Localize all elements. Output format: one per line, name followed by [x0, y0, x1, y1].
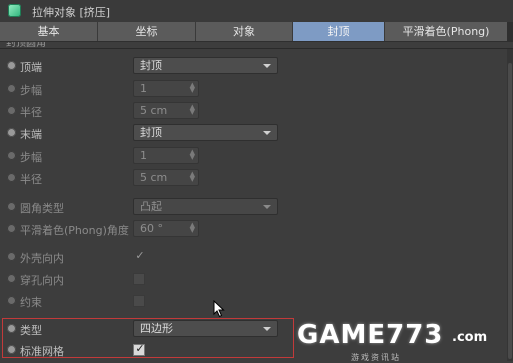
dot-leader: ....... — [70, 202, 128, 203]
phong-angle-value: 60 ° — [140, 222, 163, 235]
end-steps-label: 步幅 — [20, 151, 42, 164]
row-top-radius: 半径 .......... 5 cm ▲▼ — [0, 100, 505, 122]
vertical-scrollbar[interactable] — [507, 49, 513, 361]
constrain-label: 约束 — [20, 296, 42, 309]
hull-inward-label: 外壳向内 — [20, 252, 64, 265]
divider — [0, 48, 513, 49]
top-dropdown[interactable]: 封顶 — [133, 57, 278, 74]
animation-dot-icon[interactable] — [7, 274, 16, 283]
row-constrain: 约束 .......... — [0, 290, 505, 312]
dot-leader: .......... — [46, 296, 128, 297]
fillet-type-dropdown[interactable]: 凸起 — [133, 198, 278, 215]
top-value: 封顶 — [140, 59, 162, 72]
spinner-arrows-icon[interactable]: ▲ ▼ — [190, 104, 195, 116]
chevron-down-icon — [263, 64, 271, 68]
row-phong-angle: 平滑着色(Phong)角度 60 ° ▲ ▼ — [0, 218, 505, 240]
title-bar: 拉伸对象 [挤压] — [0, 0, 513, 22]
tab-caps[interactable]: 封顶 — [293, 22, 385, 41]
watermark-text: GAME773 — [297, 320, 444, 350]
animation-dot-icon[interactable] — [7, 128, 16, 137]
top-radius-value: 5 cm — [140, 104, 168, 117]
watermark: GAME773 .com 游戏资讯站 — [297, 318, 507, 362]
row-end: 末端 .......... 封顶 — [0, 122, 505, 144]
window-title: 拉伸对象 [挤压] — [32, 6, 111, 19]
row-hole-inward: 穿孔向内 ....... — [0, 268, 505, 290]
extrude-object-icon — [8, 4, 21, 17]
top-steps-field[interactable]: 1 ▲ ▼ — [133, 80, 199, 97]
end-radius-label: 半径 — [20, 173, 42, 186]
scrollbar-thumb[interactable] — [508, 63, 512, 359]
mouse-pointer-icon — [213, 300, 225, 318]
phong-angle-field[interactable]: 60 ° ▲ ▼ — [133, 220, 199, 237]
tab-phong[interactable]: 平滑着色(Phong) — [385, 22, 507, 41]
end-steps-field[interactable]: 1 ▲ ▼ — [133, 147, 199, 164]
tab-basic[interactable]: 基本 — [0, 22, 98, 41]
watermark-sub: 游戏资讯站 — [351, 353, 401, 362]
spinner-arrows-icon[interactable]: ▲ ▼ — [190, 82, 195, 94]
animation-dot-icon[interactable] — [7, 173, 16, 182]
dot-leader: ....... — [70, 252, 128, 253]
end-label: 末端 — [20, 128, 42, 141]
end-value: 封顶 — [140, 126, 162, 139]
hole-inward-checkbox[interactable] — [133, 273, 145, 285]
dot-leader: ....... — [70, 274, 128, 275]
chevron-down-icon — [263, 131, 271, 135]
row-end-steps: 步幅 .......... 1 ▲▼ — [0, 145, 505, 167]
hole-inward-label: 穿孔向内 — [20, 274, 64, 287]
top-radius-field[interactable]: 5 cm ▲ ▼ — [133, 102, 199, 119]
spinner-arrows-icon[interactable]: ▲ ▼ — [190, 171, 195, 183]
dot-leader: .......... — [46, 151, 126, 152]
dot-leader: .......... — [46, 128, 126, 129]
end-radius-field[interactable]: 5 cm ▲ ▼ — [133, 169, 199, 186]
end-steps-value: 1 — [140, 149, 147, 162]
dot-leader: .......... — [46, 61, 126, 62]
top-steps-label: 步幅 — [20, 84, 42, 97]
constrain-checkbox[interactable] — [133, 295, 145, 307]
animation-dot-icon[interactable] — [7, 296, 16, 305]
tab-bar: 基本 坐标 对象 封顶 平滑着色(Phong) — [0, 22, 513, 42]
tab-coordinates[interactable]: 坐标 — [98, 22, 196, 41]
row-hull-inward: 外壳向内 ....... ✓ — [0, 246, 505, 268]
top-label: 顶端 — [20, 61, 42, 74]
dot-leader: .......... — [46, 173, 126, 174]
watermark-suffix: .com — [452, 330, 488, 345]
row-fillet-type: 圆角类型 ....... 凸起 — [0, 196, 505, 218]
top-steps-value: 1 — [140, 82, 147, 95]
animation-dot-icon[interactable] — [7, 151, 16, 160]
phong-angle-label: 平滑着色(Phong)角度 — [20, 224, 129, 237]
end-dropdown[interactable]: 封顶 — [133, 124, 278, 141]
hull-inward-checkbox[interactable]: ✓ — [133, 249, 145, 263]
highlight-box — [2, 318, 294, 358]
animation-dot-icon[interactable] — [7, 84, 16, 93]
fillet-type-value: 凸起 — [140, 200, 162, 213]
fillet-type-label: 圆角类型 — [20, 202, 64, 215]
chevron-down-icon — [263, 205, 271, 209]
animation-dot-icon[interactable] — [7, 61, 16, 70]
row-top-steps: 步幅 .......... 1 ▲▼ — [0, 78, 505, 100]
checkmark-icon: ✓ — [135, 249, 145, 262]
row-end-radius: 半径 .......... 5 cm ▲▼ — [0, 167, 505, 189]
spinner-arrows-icon[interactable]: ▲ ▼ — [190, 222, 195, 234]
spinner-arrows-icon[interactable]: ▲ ▼ — [190, 149, 195, 161]
dot-leader: .......... — [46, 106, 126, 107]
row-top: 顶端 .......... 封顶 — [0, 55, 505, 77]
dot-leader: .......... — [46, 84, 126, 85]
tab-object[interactable]: 对象 — [196, 22, 293, 41]
animation-dot-icon[interactable] — [7, 224, 16, 233]
top-radius-label: 半径 — [20, 106, 42, 119]
end-radius-value: 5 cm — [140, 171, 168, 184]
animation-dot-icon[interactable] — [7, 106, 16, 115]
animation-dot-icon[interactable] — [7, 252, 16, 261]
animation-dot-icon[interactable] — [7, 202, 16, 211]
